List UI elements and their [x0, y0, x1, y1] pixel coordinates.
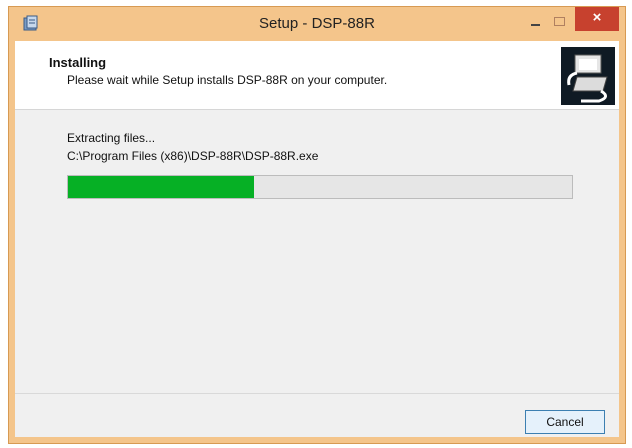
setup-window: Setup - DSP-88R × Installing Please wait…: [8, 6, 626, 444]
maximize-icon: [553, 17, 565, 26]
current-file-path: C:\Program Files (x86)\DSP-88R\DSP-88R.e…: [67, 149, 319, 163]
maximize-button[interactable]: [549, 13, 569, 31]
minimize-button[interactable]: [525, 13, 545, 31]
progress-fill: [68, 176, 255, 198]
close-button[interactable]: ×: [575, 7, 619, 31]
page-subtitle: Please wait while Setup installs DSP-88R…: [67, 73, 388, 87]
status-label: Extracting files...: [67, 131, 156, 145]
cancel-button[interactable]: Cancel: [525, 410, 605, 434]
footer-divider: [15, 393, 619, 394]
client-area: Installing Please wait while Setup insta…: [15, 41, 619, 437]
wizard-header: Installing Please wait while Setup insta…: [15, 41, 619, 110]
computer-install-icon: [561, 47, 615, 105]
title-bar[interactable]: Setup - DSP-88R ×: [9, 7, 625, 41]
minimize-icon: [530, 24, 540, 26]
page-title: Installing: [49, 55, 107, 70]
progress-bar: [67, 175, 573, 199]
